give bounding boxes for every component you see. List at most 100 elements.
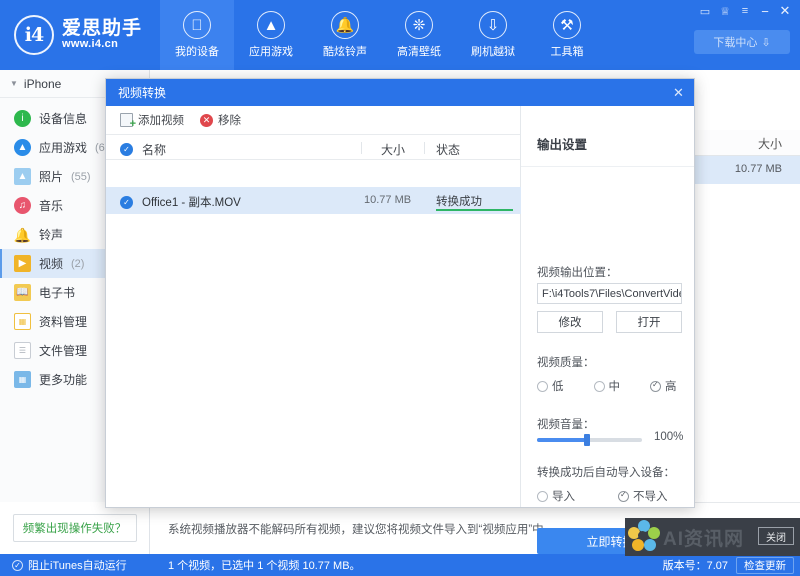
watermark-overlay: AI资讯网 关闭: [625, 518, 800, 556]
chevron-down-icon: ▼: [10, 79, 18, 88]
dialog-title: 视频转换: [118, 86, 167, 100]
video-icon: ▶: [14, 255, 31, 272]
list-header: ✓ 名称 大小 状态: [106, 134, 520, 160]
column-divider: [424, 142, 425, 154]
tools-icon: ⚒: [553, 11, 581, 39]
bottom-left-panel: 频繁出现操作失败？: [0, 502, 150, 554]
select-all-header[interactable]: ✓ 名称: [120, 141, 166, 158]
import-option-yes[interactable]: 导入: [537, 488, 575, 504]
nav-apps-games[interactable]: ▲ 应用游戏: [234, 0, 308, 70]
column-size: 大小: [381, 143, 406, 157]
nav-toolbox[interactable]: ⚒ 工具箱: [530, 0, 604, 70]
video-list-panel: 添加视频 ✕ 移除 ✓ 名称 大小 状态: [106, 106, 521, 507]
app-window: i4 爱思助手 www.i4.cn  我的设备 ▲ 应用游戏 🔔 酷炫铃声 ❊…: [0, 0, 800, 576]
file-icon: ☰: [14, 342, 31, 359]
message-icon[interactable]: ▭: [696, 2, 714, 20]
nav-wallpapers[interactable]: ❊ 高清壁纸: [382, 0, 456, 70]
watermark-logo-icon: [627, 520, 661, 554]
logo-name: 爱思助手: [62, 18, 143, 40]
status-summary: 1 个视频，已选中 1 个视频 10.77 MB。: [168, 560, 361, 572]
quality-option-high[interactable]: 高: [650, 378, 677, 394]
nav-my-device[interactable]:  我的设备: [160, 0, 234, 70]
quality-option-medium[interactable]: 中: [593, 378, 620, 394]
minimize-icon[interactable]: −: [756, 2, 774, 20]
download-arrow-icon: ⇩: [761, 36, 771, 49]
data-icon: ▦: [14, 313, 31, 330]
book-icon: 📖: [14, 284, 31, 301]
appstore-icon: ▲: [257, 11, 285, 39]
volume-slider-handle[interactable]: [584, 434, 590, 446]
block-itunes-label: 阻止iTunes自动运行: [28, 560, 127, 572]
nav-label: 工具箱: [550, 46, 584, 58]
sidebar-item-label: 音乐: [39, 199, 64, 213]
background-size-cell: 10.77 MB: [734, 163, 782, 175]
menu-icon[interactable]: ≡: [736, 2, 754, 20]
app-logo: i4 爱思助手 www.i4.cn: [14, 12, 154, 58]
checkbox-icon[interactable]: ✓: [120, 195, 133, 209]
sidebar-item-label: 应用游戏: [39, 141, 88, 155]
music-icon: ♫: [14, 197, 31, 214]
tip-text: 系统视频播放器不能解码所有视频，建议您将视频文件导入到“视频应用”中。: [168, 523, 556, 536]
operation-failed-button[interactable]: 频繁出现操作失败？: [12, 514, 137, 542]
output-settings-panel: 输出设置 视频输出位置： F:\i4Tools7\Files\ConvertVi…: [521, 106, 694, 554]
auto-import-group: 导入 不导入: [537, 488, 668, 504]
output-settings-title: 输出设置: [537, 138, 588, 152]
sidebar-item-count: (55): [71, 170, 91, 183]
sidebar-item-label: 资料管理: [39, 315, 88, 329]
nav-flash-jailbreak[interactable]: ⇩ 刷机越狱: [456, 0, 530, 70]
quality-option-low[interactable]: 低: [537, 378, 564, 394]
download-box-icon: ⇩: [479, 11, 507, 39]
sidebar-item-label: 电子书: [39, 286, 76, 300]
sidebar-item-label: 视频: [39, 257, 64, 271]
photo-icon: ▲: [14, 168, 31, 185]
volume-slider[interactable]: [537, 434, 642, 446]
logo-url: www.i4.cn: [62, 38, 119, 51]
radio-icon: [537, 380, 548, 392]
dialog-body: 添加视频 ✕ 移除 ✓ 名称 大小 状态: [106, 106, 694, 554]
import-option-no[interactable]: 不导入: [618, 488, 668, 504]
remove-icon: ✕: [200, 113, 213, 127]
add-video-label: 添加视频: [138, 115, 184, 127]
status-bar: ✓ 阻止iTunes自动运行 1 个视频，已选中 1 个视频 10.77 MB。…: [0, 554, 800, 576]
window-controls: ▭ ♕ ≡ − ✕: [696, 2, 794, 20]
video-convert-dialog: 视频转换 ✕ 添加视频 ✕ 移除 ✓ 名称: [105, 78, 695, 554]
block-itunes-toggle[interactable]: ✓ 阻止iTunes自动运行: [0, 557, 150, 573]
dialog-close-icon[interactable]: ✕: [669, 83, 688, 102]
video-quality-label: 视频质量：: [537, 357, 595, 369]
output-path-field[interactable]: F:\i4Tools7\Files\ConvertVideo: [537, 283, 682, 304]
list-toolbar: 添加视频 ✕ 移除: [106, 106, 520, 134]
add-video-button[interactable]: 添加视频: [120, 112, 184, 130]
watermark-close-button[interactable]: 关闭: [758, 527, 794, 545]
nav-label: 我的设备: [175, 46, 219, 58]
sidebar-item-label: 文件管理: [39, 344, 88, 358]
check-update-button[interactable]: 检查更新: [736, 556, 794, 574]
auto-import-label: 转换成功后自动导入设备：: [537, 467, 675, 479]
skin-icon[interactable]: ♕: [716, 2, 734, 20]
row-name-cell: ✓ Office1 - 副本.MOV: [120, 194, 241, 210]
row-progress-bar: [436, 209, 513, 211]
volume-value: 100%: [654, 431, 684, 443]
close-icon[interactable]: ✕: [776, 2, 794, 20]
quality-low-label: 低: [552, 381, 564, 393]
column-divider: [361, 142, 362, 154]
checkbox-icon[interactable]: ✓: [120, 143, 133, 156]
sidebar-item-label: 照片: [39, 170, 64, 184]
download-center-button[interactable]: 下载中心 ⇩: [694, 30, 790, 54]
nav-label: 高清壁纸: [397, 46, 441, 58]
table-row[interactable]: ✓ Office1 - 副本.MOV 10.77 MB 转换成功: [106, 187, 521, 214]
apple-icon: : [183, 11, 211, 39]
logo-text: 爱思助手 www.i4.cn: [62, 19, 142, 50]
open-path-button[interactable]: 打开: [616, 311, 682, 333]
logo-mark-icon: i4: [14, 15, 54, 55]
modify-path-button[interactable]: 修改: [537, 311, 603, 333]
watermark-text: AI资讯网: [663, 528, 745, 550]
add-file-icon: [120, 113, 136, 130]
column-name: 名称: [142, 143, 167, 157]
dialog-titlebar: 视频转换: [106, 79, 694, 106]
remove-video-button[interactable]: ✕ 移除: [200, 112, 241, 128]
row-state-cell: 转换成功: [436, 196, 482, 208]
appstore-icon: ▲: [14, 139, 31, 156]
remove-video-label: 移除: [218, 115, 241, 127]
nav-ringtones[interactable]: 🔔 酷炫铃声: [308, 0, 382, 70]
nav-label: 刷机越狱: [471, 46, 515, 58]
